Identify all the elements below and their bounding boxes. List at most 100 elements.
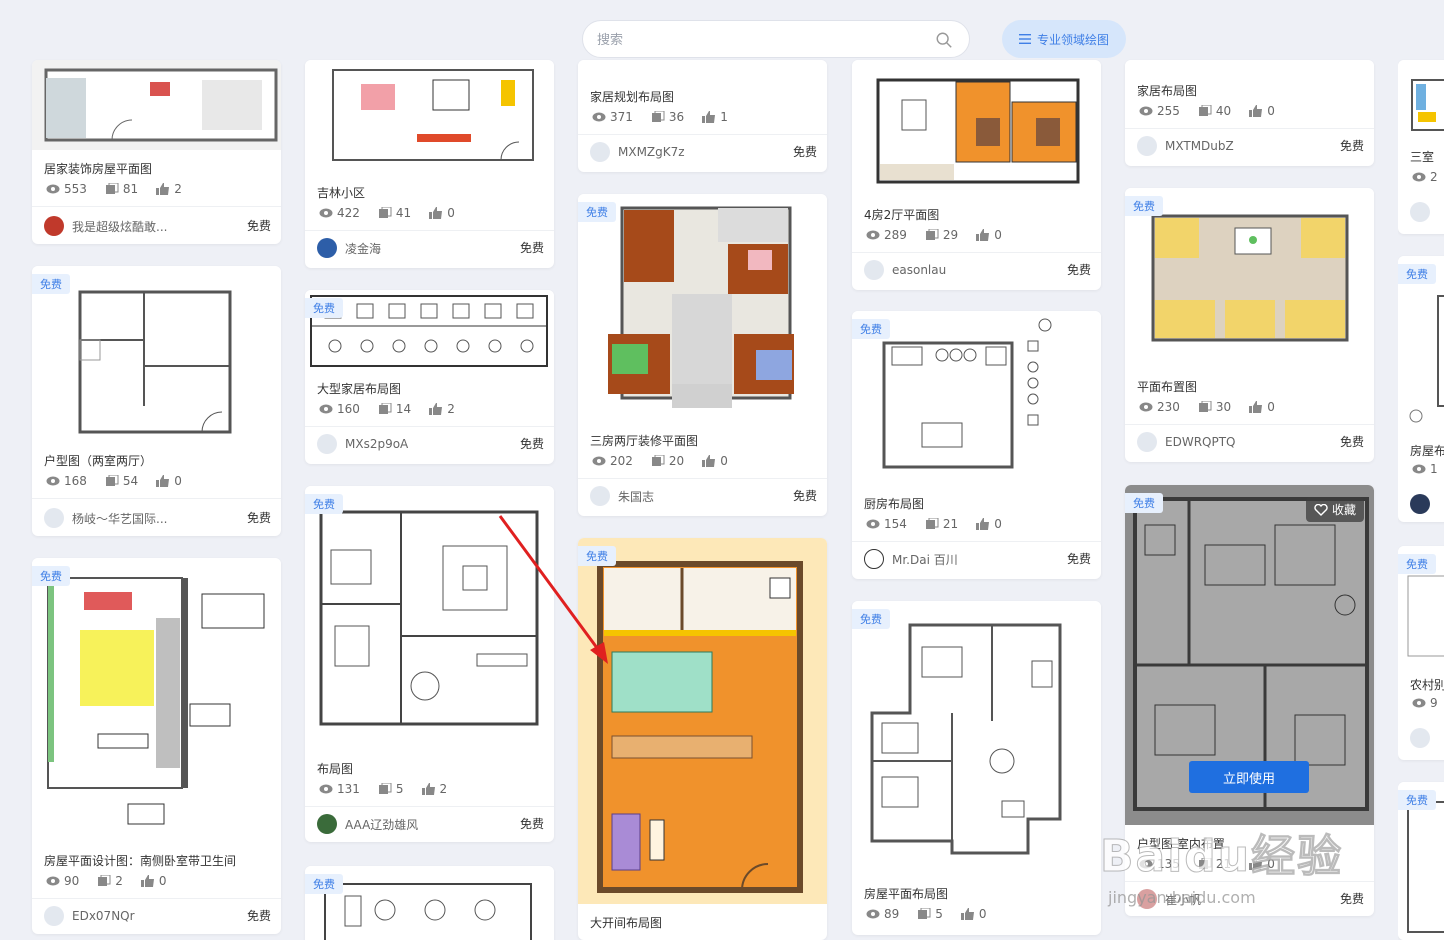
card-author[interactable]: 朱国志 [590, 486, 654, 506]
copy-icon [925, 518, 939, 529]
card-divider [305, 806, 554, 807]
card-title[interactable]: 房屋平面布局图 [864, 885, 948, 902]
template-card[interactable]: 4房2厅平面图 289 29 0 easonlau 免费 [852, 60, 1101, 290]
copy-icon [651, 455, 665, 466]
card-author[interactable]: EDx07NQr [44, 906, 135, 926]
card-author[interactable] [1410, 494, 1430, 514]
card-author[interactable]: MXTMDubZ [1137, 136, 1234, 156]
avatar [590, 142, 610, 162]
template-card[interactable]: 免费 收藏 立即使用 户型图 室内布置 135 21 0 崔小帆 免费 [1125, 485, 1374, 916]
card-title[interactable]: 户型图（两室两厅） [44, 452, 152, 469]
view-count: 230 [1157, 400, 1180, 414]
author-name: Mr.Dai 百川 [892, 552, 958, 567]
template-card[interactable]: 免费 大型家居布局图 160 14 2 MXs2p9oA 免费 [305, 290, 554, 464]
card-title[interactable]: 4房2厅平面图 [864, 206, 939, 223]
price-tag: 免费 [519, 241, 544, 255]
floor-plan-thumbnail[interactable] [578, 194, 827, 422]
floor-plan-thumbnail[interactable] [32, 558, 281, 840]
copy-icon [651, 111, 665, 122]
free-badge: 免费 [305, 298, 343, 318]
copy-icon [925, 229, 939, 240]
floor-plan-thumbnail[interactable] [578, 538, 827, 904]
avatar [44, 906, 64, 926]
comment-count: 2 [115, 874, 123, 888]
template-card[interactable]: 三室 2 [1398, 60, 1444, 234]
comment-count: 5 [935, 907, 943, 921]
pro-drawing-button[interactable]: 专业领域绘图 [1002, 20, 1126, 58]
search-icon[interactable] [935, 31, 953, 49]
comment-count: 40 [1215, 104, 1232, 118]
template-card[interactable]: 吉林小区 422 41 0 凌金海 免费 [305, 60, 554, 268]
thumbs-up-icon [156, 183, 170, 195]
floor-plan-thumbnail[interactable] [852, 60, 1101, 196]
card-title[interactable]: 户型图 室内布置 [1137, 835, 1225, 852]
template-card[interactable]: 免费 农村别 9 [1398, 546, 1444, 760]
avatar [864, 260, 884, 280]
card-author[interactable]: MXMZgK7z [590, 142, 685, 162]
card-author[interactable]: 杨岐～华艺国际... [44, 508, 167, 528]
card-author[interactable]: easonlau [864, 260, 946, 280]
search-box[interactable] [582, 20, 970, 58]
floor-plan-thumbnail[interactable] [1125, 188, 1374, 368]
card-title[interactable]: 吉林小区 [317, 184, 365, 201]
template-card[interactable]: 免费 布局图 131 5 2 AAA辽劲雄风 免费 [305, 486, 554, 842]
card-title[interactable]: 大开间布局图 [590, 914, 662, 931]
card-title[interactable]: 房屋布 [1410, 442, 1444, 459]
eye-icon [1139, 859, 1153, 869]
eye-icon [46, 876, 60, 886]
template-card[interactable]: 免费 大开间布局图 [578, 538, 827, 940]
card-title[interactable]: 三室 [1410, 148, 1434, 165]
copy-icon [1198, 105, 1212, 116]
favorite-button[interactable]: 收藏 [1305, 497, 1364, 522]
template-card[interactable]: 免费 厨房布局图 154 21 0 Mr.Dai 百川 免费 [852, 311, 1101, 579]
card-title[interactable]: 大型家居布局图 [317, 380, 401, 397]
card-title[interactable]: 农村别 [1410, 676, 1444, 693]
card-author[interactable] [1410, 202, 1430, 222]
comment-count: 14 [395, 402, 412, 416]
avatar [1410, 728, 1430, 748]
template-card[interactable]: 免费 户型图（两室两厅） 168 54 0 杨岐～华艺国际... 免费 [32, 266, 281, 536]
card-stats: 289 29 0 [866, 228, 1002, 242]
card-title[interactable]: 厨房布局图 [864, 495, 924, 512]
template-card[interactable]: 免费 房屋布 1 [1398, 256, 1444, 522]
card-title[interactable]: 布局图 [317, 760, 353, 777]
card-title[interactable]: 平面布置图 [1137, 378, 1197, 395]
thumbs-up-icon [421, 783, 435, 795]
card-title[interactable]: 房屋平面设计图：南侧卧室带卫生间 [44, 852, 236, 869]
thumbs-up-icon [976, 229, 990, 241]
like-count: 2 [447, 402, 455, 416]
card-divider [32, 498, 281, 499]
card-author[interactable] [1410, 728, 1430, 748]
card-stats: 168 54 0 [46, 474, 182, 488]
card-divider [578, 134, 827, 135]
eye-icon [1412, 698, 1426, 708]
card-author[interactable]: MXs2p9oA [317, 434, 408, 454]
template-card[interactable]: 免费 房屋平面布局图 89 5 0 [852, 601, 1101, 935]
template-card[interactable]: 免费 房屋平面设计图：南侧卧室带卫生间 90 2 0 EDx07NQr 免费 [32, 558, 281, 934]
use-now-button[interactable]: 立即使用 [1189, 761, 1309, 793]
avatar [317, 814, 337, 834]
card-title[interactable]: 家居规划布局图 [590, 88, 674, 105]
template-card[interactable]: 免费 [1398, 782, 1444, 940]
card-author[interactable]: 凌金海 [317, 238, 381, 258]
card-author[interactable]: Mr.Dai 百川 [864, 549, 958, 569]
card-divider [305, 426, 554, 427]
floor-plan-thumbnail[interactable] [305, 486, 554, 750]
card-divider [1125, 424, 1374, 425]
floor-plan-thumbnail[interactable] [852, 601, 1101, 869]
template-card[interactable]: 免费 [305, 866, 554, 940]
card-stats: 9 [1412, 696, 1438, 710]
card-stats: 135 21 0 [1139, 857, 1275, 871]
template-card[interactable]: 居家装饰房屋平面图 553 81 2 我是超级炫酷敢... 免费 [32, 60, 281, 244]
template-card[interactable]: 免费 三房两厅装修平面图 202 20 0 朱国志 免费 [578, 194, 827, 516]
card-author[interactable]: 崔小帆 [1137, 889, 1201, 909]
card-author[interactable]: EDWRQPTQ [1137, 432, 1235, 452]
card-author[interactable]: 我是超级炫酷敢... [44, 216, 167, 236]
card-title[interactable]: 三房两厅装修平面图 [590, 432, 698, 449]
search-input[interactable] [597, 30, 917, 50]
card-title[interactable]: 家居布局图 [1137, 82, 1197, 99]
card-author[interactable]: AAA辽劲雄风 [317, 814, 418, 834]
card-title[interactable]: 居家装饰房屋平面图 [44, 160, 152, 177]
template-card[interactable]: 免费 平面布置图 230 30 0 EDWRQPTQ 免费 [1125, 188, 1374, 462]
view-count: 90 [64, 874, 80, 888]
